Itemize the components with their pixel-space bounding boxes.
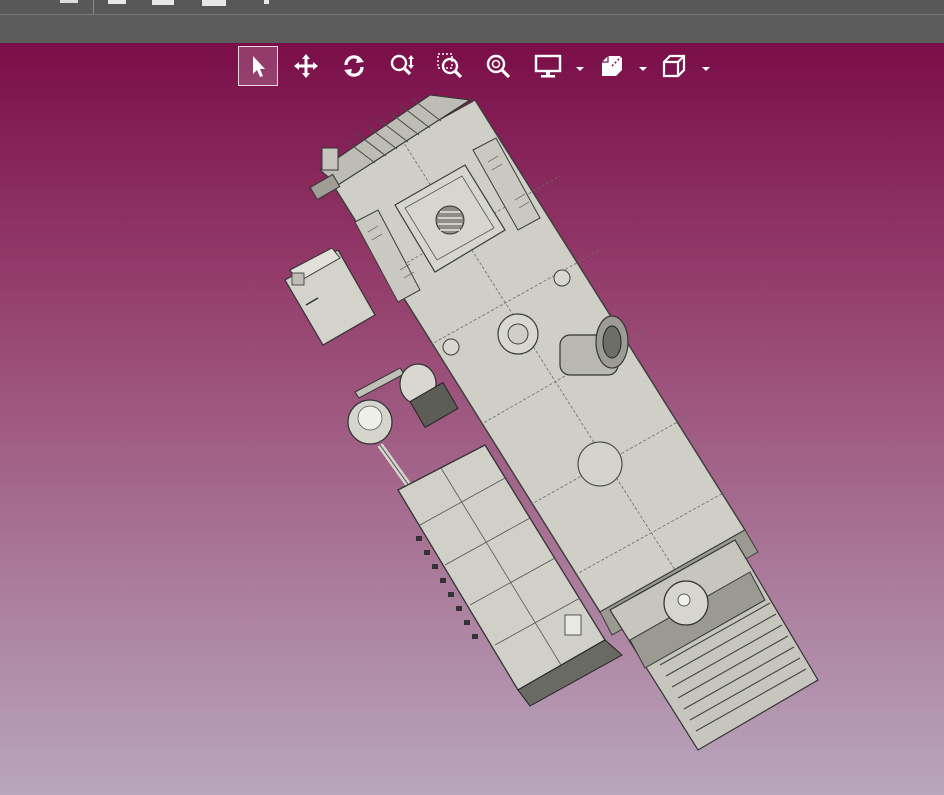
control-box	[284, 247, 376, 346]
cad-machine-model[interactable]	[0, 0, 944, 795]
